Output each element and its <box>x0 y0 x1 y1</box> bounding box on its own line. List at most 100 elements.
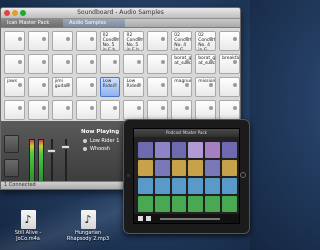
pad-status-icon <box>137 106 142 110</box>
sound-pad[interactable] <box>75 100 97 120</box>
ipad-sound-pad[interactable] <box>205 178 221 194</box>
ipad-sound-pad[interactable] <box>154 178 170 194</box>
ipad-sound-pad[interactable] <box>171 142 187 158</box>
ipad-sound-pad[interactable] <box>154 142 170 158</box>
sound-pad[interactable] <box>219 77 240 97</box>
sound-pad[interactable]: borat_gre at_success <box>171 54 193 74</box>
sound-pad[interactable] <box>51 31 73 51</box>
ipad-sound-pad[interactable] <box>205 142 221 158</box>
sound-pad[interactable] <box>4 54 25 74</box>
pad-status-icon <box>65 37 70 41</box>
sound-pad[interactable]: 02 Concerto No. 5 in E b <box>99 31 121 51</box>
sound-pad[interactable] <box>147 100 169 120</box>
tab-ican-master-pack[interactable]: Ican Master Pack <box>1 19 63 27</box>
pad-status-icon <box>137 60 142 64</box>
ipad-sound-pad[interactable] <box>171 196 187 212</box>
ipad-volume-slider[interactable] <box>160 217 220 220</box>
sound-pad[interactable] <box>219 31 240 51</box>
sound-pad[interactable] <box>147 77 169 97</box>
sound-pad[interactable]: Low Rider <box>99 77 121 97</box>
pad-status-icon <box>232 60 237 64</box>
sound-pad[interactable]: jimi guitar <box>51 77 73 97</box>
tab-audio-samples[interactable]: Audio Samples <box>63 19 125 27</box>
sound-pad-label: magnum <box>174 79 191 84</box>
desktop-file[interactable]: ♪ Still Alive - JoCo.m4a <box>3 210 53 242</box>
sound-pad[interactable] <box>123 100 145 120</box>
ipad-sound-pad[interactable] <box>188 178 204 194</box>
desktop-file[interactable]: ♪ Hungarian Rhapsody 2.mp3 <box>63 210 113 242</box>
pad-status-icon <box>17 106 22 110</box>
sound-pad-label: 02 Concerto No. 4 in G <box>174 33 192 51</box>
sound-pad[interactable] <box>27 100 49 120</box>
sound-pad[interactable]: 02 Concerto No. 5 in E b <box>123 31 145 51</box>
ipad-sound-pad[interactable] <box>171 160 187 176</box>
music-note-icon: ♪ <box>20 210 36 229</box>
sound-pad[interactable] <box>27 77 49 97</box>
home-button[interactable] <box>240 172 246 178</box>
ipad-sound-pad[interactable] <box>222 160 237 176</box>
sound-pad[interactable]: magnum <box>171 77 193 97</box>
sound-pad[interactable] <box>4 100 25 120</box>
ipad-sound-pad[interactable] <box>188 160 204 176</box>
pack-tab-bar: Ican Master Pack Audio Samples <box>1 19 240 28</box>
ipad-sound-pad[interactable] <box>205 196 221 212</box>
ipad-sound-pad[interactable] <box>222 178 237 194</box>
sound-pad[interactable] <box>171 100 193 120</box>
sound-pad[interactable] <box>51 100 73 120</box>
sound-pad-label: 02 Concerto No. 5 in E b <box>102 33 121 51</box>
now-playing-item[interactable]: Whoosh <box>83 146 110 152</box>
pad-status-icon <box>185 106 190 110</box>
pad-status-icon <box>17 60 22 64</box>
pause-icon[interactable] <box>146 216 151 221</box>
volume-fader-knob[interactable] <box>47 149 56 153</box>
sound-pad[interactable] <box>123 54 145 74</box>
ipad-sound-pad[interactable] <box>222 142 237 158</box>
pad-status-icon <box>89 83 94 87</box>
pad-status-icon <box>161 83 166 87</box>
sound-pad[interactable] <box>27 31 49 51</box>
sound-pad[interactable]: Low Rider <box>123 77 145 97</box>
ipad-sound-pad[interactable] <box>171 178 187 194</box>
file-name: Hungarian Rhapsody 2.mp3 <box>66 230 110 242</box>
sound-pad[interactable]: borat_gre at_success <box>195 54 217 74</box>
sound-pad-label: borat_gre at_success <box>174 56 192 66</box>
play-icon[interactable] <box>138 216 143 221</box>
playing-indicator-icon <box>83 146 87 151</box>
sound-pad[interactable] <box>99 100 121 120</box>
ipad-sound-pad[interactable] <box>154 160 170 176</box>
mixer-button-top[interactable] <box>4 135 19 153</box>
sound-pad[interactable] <box>4 31 25 51</box>
sound-pad[interactable] <box>99 54 121 74</box>
window-title: Soundboard - Audio Samples <box>77 9 164 16</box>
ipad-sound-pad[interactable] <box>188 142 204 158</box>
volume-fader-knob-2[interactable] <box>61 145 70 149</box>
sound-pad[interactable] <box>51 54 73 74</box>
sound-pad[interactable] <box>75 54 97 74</box>
pad-status-icon <box>137 83 142 87</box>
sound-pad[interactable] <box>75 31 97 51</box>
ipad-sound-pad[interactable] <box>138 178 153 194</box>
now-playing-item[interactable]: Low Rider 1 <box>83 138 119 144</box>
sound-pad[interactable] <box>27 54 49 74</box>
sound-pad-label: breakfast_in_america <box>222 56 240 61</box>
pad-status-icon <box>161 37 166 41</box>
sound-pad[interactable]: jaws <box>4 77 25 97</box>
ipad-sound-pad[interactable] <box>138 196 153 212</box>
sound-pad[interactable] <box>147 54 169 74</box>
sound-pad[interactable] <box>147 31 169 51</box>
sound-pad[interactable]: 02 Concerto No. 4 in G <box>171 31 193 51</box>
sound-pad[interactable] <box>75 77 97 97</box>
sound-pad[interactable]: 02 Concerto No. 4 in G <box>195 31 217 51</box>
ipad-sound-pad[interactable] <box>138 160 153 176</box>
ipad-sound-pad[interactable] <box>188 196 204 212</box>
ipad-sound-pad[interactable] <box>205 160 221 176</box>
pad-status-icon <box>41 83 46 87</box>
ipad-sound-pad[interactable] <box>154 196 170 212</box>
ipad-sound-pad[interactable] <box>222 196 237 212</box>
sound-pad[interactable]: mission_impossible <box>195 77 217 97</box>
sound-pad[interactable] <box>195 100 217 120</box>
sound-pad[interactable] <box>219 100 240 120</box>
ipad-sound-pad[interactable] <box>138 142 153 158</box>
sound-pad[interactable]: breakfast_in_america <box>219 54 240 74</box>
mixer-button-bottom[interactable] <box>4 159 19 177</box>
